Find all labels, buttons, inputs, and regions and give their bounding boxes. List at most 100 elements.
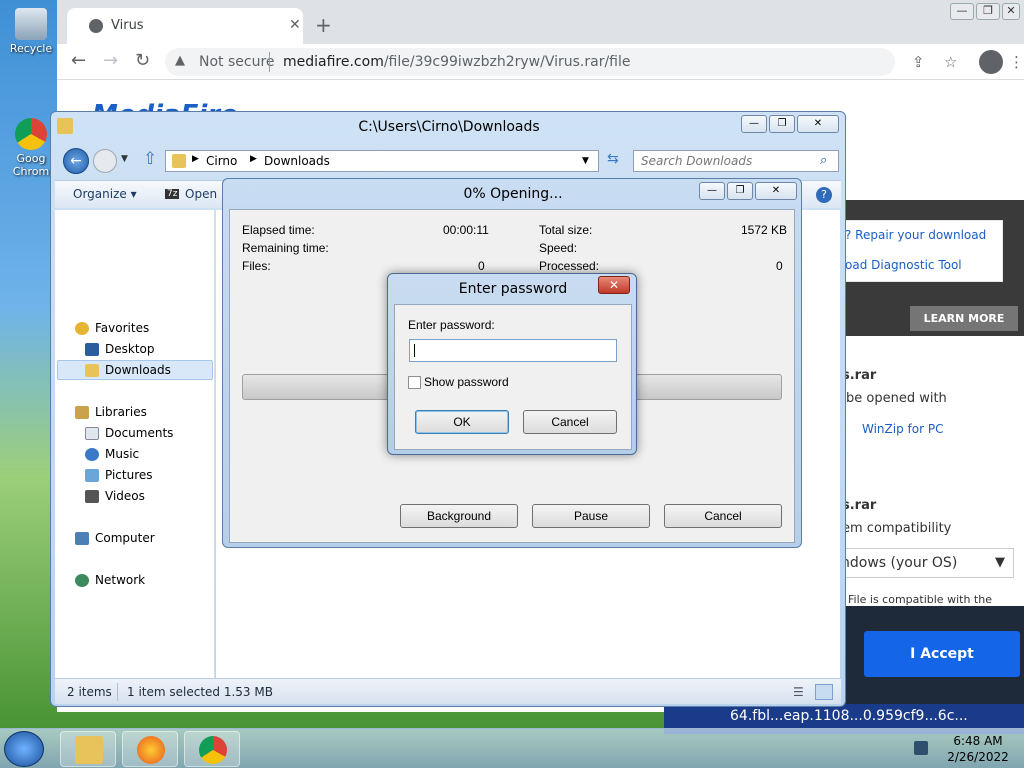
omnibox-bar: ← → ↻ ▲ Not secure mediafire.com/file/39…	[57, 44, 1024, 80]
learn-more-button[interactable]: LEARN MORE	[910, 306, 1018, 331]
reload-button[interactable]: ↻	[135, 50, 150, 71]
pause-button[interactable]: Pause	[532, 504, 650, 528]
recycle-bin-icon	[15, 8, 47, 40]
progress-maximize-button[interactable]: ❐	[727, 182, 753, 200]
recycle-bin-label: Recycle	[9, 42, 53, 55]
tree-music-label: Music	[105, 447, 140, 461]
details-view-icon[interactable]: ☰	[793, 685, 804, 699]
show-password-label[interactable]: Show password	[424, 375, 509, 389]
help-icon[interactable]: ?	[816, 187, 832, 203]
breadcrumb-downloads[interactable]: Downloads	[264, 154, 330, 168]
recent-pages-icon[interactable]: ▼	[121, 154, 128, 164]
progress-minimize-button[interactable]: —	[699, 182, 725, 200]
password-cancel-button[interactable]: Cancel	[523, 410, 617, 434]
total-size-value: 1572 KB	[741, 223, 788, 237]
tree-downloads[interactable]: Downloads	[85, 363, 171, 377]
bookmark-star-icon[interactable]: ☆	[944, 53, 957, 71]
maximize-button[interactable]: ❐	[976, 3, 1000, 20]
password-body: Enter password: Show password OK Cancel	[394, 304, 632, 450]
tree-libraries[interactable]: Libraries	[75, 405, 147, 419]
chrome-desktop-icon	[15, 118, 47, 150]
star-icon	[75, 321, 89, 335]
network-tray-icon[interactable]	[914, 741, 928, 755]
preview-view-icon[interactable]	[815, 684, 833, 700]
search-icon: ⌕	[820, 153, 828, 168]
chrome-desktop-shortcut[interactable]: Goog Chrom	[6, 118, 56, 178]
file1-name: s.rar	[842, 368, 877, 383]
explorer-search-input[interactable]: Search Downloads ⌕	[633, 150, 839, 172]
share-icon[interactable]: ⇪	[912, 53, 925, 71]
taskbar-chrome[interactable]	[184, 731, 240, 767]
files-label: Files:	[242, 259, 271, 273]
password-close-button[interactable]: ✕	[598, 276, 630, 294]
tree-network[interactable]: Network	[75, 573, 145, 587]
tab-close-icon[interactable]: ✕	[289, 17, 301, 33]
computer-icon	[75, 531, 89, 545]
explorer-address-bar[interactable]: ▶ Cirno ▶ Downloads ▼	[165, 150, 599, 172]
speed-label: Speed:	[539, 241, 578, 255]
repair-download-link[interactable]: ? Repair your download	[845, 228, 986, 242]
tab-virus[interactable]: Virus ✕	[67, 8, 303, 44]
background-button[interactable]: Background	[400, 504, 518, 528]
tree-documents[interactable]: Documents	[85, 426, 173, 440]
taskbar-firefox[interactable]	[122, 731, 178, 767]
downloads-folder-icon	[85, 363, 99, 377]
address-bar[interactable]: ▲ Not secure mediafire.com/file/39c99iwz…	[165, 48, 895, 76]
explorer-back-button[interactable]: ←	[63, 148, 89, 174]
explorer-icon	[75, 736, 103, 764]
open-button[interactable]: Open	[185, 187, 217, 201]
explorer-minimize-button[interactable]: —	[741, 115, 767, 133]
status-divider	[117, 683, 118, 701]
breadcrumb-cirno[interactable]: Cirno	[206, 154, 237, 168]
organize-button[interactable]: Organize ▾	[73, 187, 137, 201]
diagnostic-tool-link[interactable]: oad Diagnostic Tool	[845, 258, 962, 272]
start-button[interactable]	[4, 731, 44, 767]
tree-videos[interactable]: Videos	[85, 489, 145, 503]
network-icon	[75, 573, 89, 587]
accept-button[interactable]: I Accept	[864, 631, 1020, 677]
tree-music[interactable]: Music	[85, 447, 139, 461]
minimize-button[interactable]: —	[950, 3, 974, 20]
close-button[interactable]: ✕	[1002, 3, 1020, 20]
back-button[interactable]: ←	[71, 50, 86, 71]
documents-icon	[85, 426, 99, 440]
folder-small-icon	[172, 154, 186, 168]
libraries-icon	[75, 405, 89, 419]
compat-note: File is compatible with the	[848, 593, 992, 606]
menu-kebab-icon[interactable]: ⋮	[1009, 53, 1024, 71]
tree-favorites[interactable]: Favorites	[75, 321, 149, 335]
profile-avatar[interactable]	[979, 50, 1003, 74]
password-input[interactable]	[409, 339, 617, 362]
url-domain: mediafire.com	[283, 54, 384, 70]
os-select[interactable]: ndows (your OS) ▼	[836, 548, 1014, 578]
recycle-bin-desktop-icon[interactable]: Recycle	[6, 8, 56, 55]
music-icon	[85, 447, 99, 461]
processed-value: 0	[776, 259, 783, 273]
up-arrow-icon[interactable]: ⇧	[143, 149, 157, 169]
firefox-icon	[137, 736, 165, 764]
tree-computer[interactable]: Computer	[75, 531, 155, 545]
search-placeholder: Search Downloads	[641, 154, 753, 168]
progress-close-button[interactable]: ✕	[755, 182, 797, 200]
tree-desktop-label: Desktop	[105, 342, 155, 356]
navigation-pane: Favorites Desktop Downloads Libraries Do…	[55, 210, 215, 678]
winzip-link[interactable]: WinZip for PC	[862, 422, 943, 436]
explorer-maximize-button[interactable]: ❐	[769, 115, 795, 133]
tree-desktop[interactable]: Desktop	[85, 342, 155, 356]
taskbar-explorer[interactable]	[60, 731, 116, 767]
address-dropdown-icon[interactable]: ▼	[582, 156, 589, 166]
show-password-checkbox[interactable]	[408, 376, 421, 389]
elapsed-label: Elapsed time:	[242, 223, 315, 237]
tree-pictures[interactable]: Pictures	[85, 468, 153, 482]
url-text: mediafire.com/file/39c99iwzbzh2ryw/Virus…	[283, 54, 631, 70]
clock[interactable]: 6:48 AM 2/26/2022	[938, 733, 1018, 765]
refresh-icon[interactable]: ⇆	[607, 151, 619, 167]
warning-triangle-icon: ▲	[175, 53, 185, 68]
explorer-forward-button[interactable]	[93, 149, 117, 173]
explorer-close-button[interactable]: ✕	[797, 115, 839, 133]
password-dialog: Enter password ✕ Enter password: Show pa…	[387, 273, 637, 455]
progress-cancel-button[interactable]: Cancel	[664, 504, 782, 528]
forward-button[interactable]: →	[103, 50, 118, 71]
ok-button[interactable]: OK	[415, 410, 509, 434]
new-tab-button[interactable]: +	[315, 13, 332, 37]
